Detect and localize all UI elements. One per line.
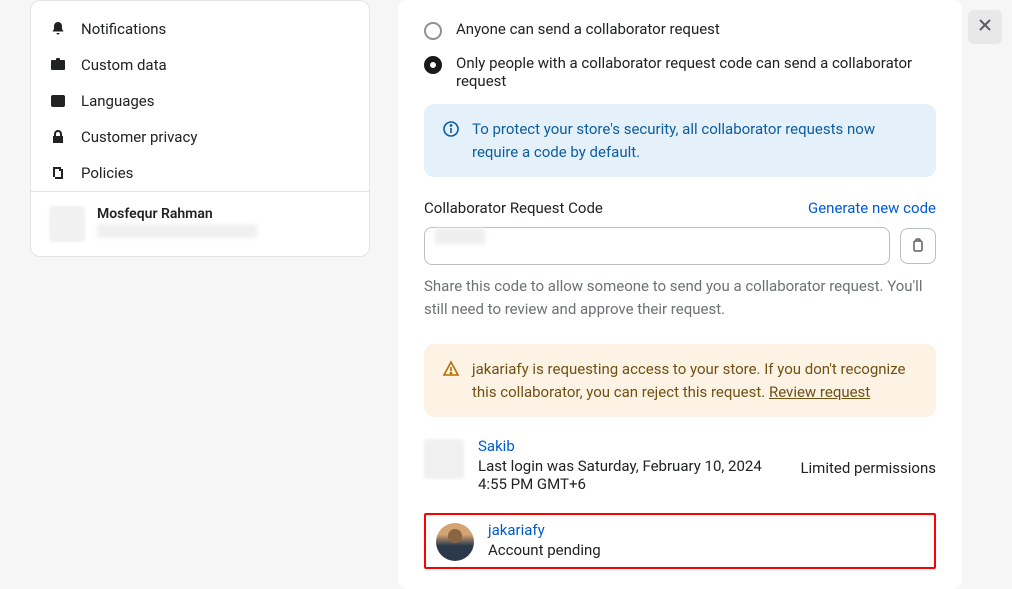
sidebar-item-policies[interactable]: Policies (31, 155, 369, 191)
help-text: Share this code to allow someone to send… (424, 275, 936, 320)
clipboard-icon (910, 237, 926, 256)
radio-label: Anyone can send a collaborator request (456, 20, 720, 38)
radio-label: Only people with a collaborator request … (456, 54, 936, 90)
collaborator-name[interactable]: Sakib (478, 437, 786, 455)
radio-code-only[interactable]: Only people with a collaborator request … (424, 54, 936, 90)
info-icon (442, 120, 460, 142)
collaborator-row: jakariafy Account pending (436, 521, 924, 561)
lock-icon (49, 128, 67, 146)
collaborator-panel: Anyone can send a collaborator request O… (398, 0, 962, 589)
sidebar-item-label: Policies (81, 164, 133, 182)
translate-icon (49, 92, 67, 110)
sidebar-item-label: Customer privacy (81, 128, 197, 146)
sidebar-item-custom-data[interactable]: Custom data (31, 47, 369, 83)
collaborator-permissions: Limited permissions (800, 459, 936, 477)
code-label: Collaborator Request Code (424, 199, 603, 217)
generate-code-link[interactable]: Generate new code (808, 199, 936, 217)
collaborator-name[interactable]: jakariafy (488, 521, 924, 539)
collaborator-status: Last login was Saturday, February 10, 20… (478, 457, 786, 493)
highlighted-collaborator: jakariafy Account pending (424, 513, 936, 569)
radio-checked-icon (424, 56, 442, 74)
sidebar-item-label: Languages (81, 92, 155, 110)
sidebar-footer[interactable]: Mosfequr Rahman (31, 191, 369, 256)
document-icon (49, 164, 67, 182)
sidebar-item-customer-privacy[interactable]: Customer privacy (31, 119, 369, 155)
collaborator-row: Sakib Last login was Saturday, February … (424, 437, 936, 493)
radio-unchecked-icon (424, 22, 442, 40)
account-name: Mosfequr Rahman (97, 206, 257, 222)
collaborator-status: Account pending (488, 541, 924, 559)
sidebar-item-languages[interactable]: Languages (31, 83, 369, 119)
info-text: To protect your store's security, all co… (472, 118, 918, 163)
sidebar-item-label: Notifications (81, 20, 166, 38)
warning-banner: jakariafy is requesting access to your s… (424, 344, 936, 417)
radio-anyone[interactable]: Anyone can send a collaborator request (424, 20, 936, 40)
close-button[interactable] (968, 10, 1002, 44)
avatar (436, 523, 474, 561)
avatar (424, 439, 464, 479)
sidebar: Notifications Custom data Languages Cust… (30, 0, 370, 257)
account-sub (97, 224, 257, 238)
review-request-link[interactable]: Review request (769, 383, 870, 401)
copy-button[interactable] (900, 228, 936, 264)
avatar (49, 206, 85, 242)
code-input[interactable] (424, 227, 890, 265)
briefcase-icon (49, 56, 67, 74)
sidebar-item-notifications[interactable]: Notifications (31, 11, 369, 47)
close-icon (977, 17, 993, 38)
bell-icon (49, 20, 67, 38)
info-banner: To protect your store's security, all co… (424, 104, 936, 177)
sidebar-item-label: Custom data (81, 56, 167, 74)
warning-icon (442, 360, 460, 382)
